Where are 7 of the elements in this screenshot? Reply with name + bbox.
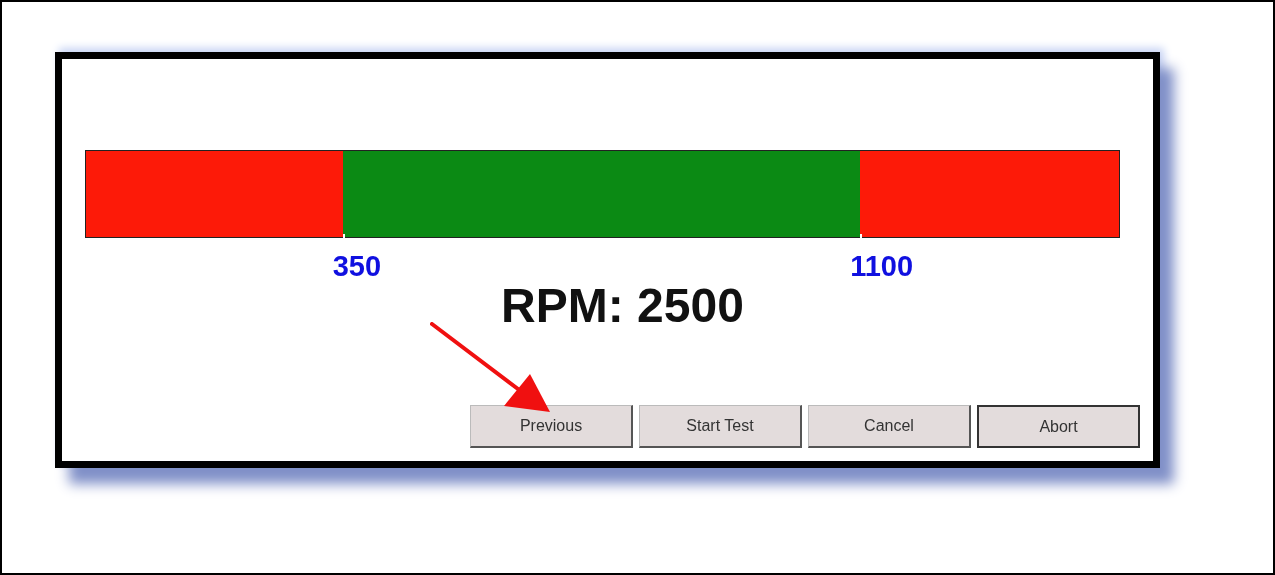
- scale-label: 1100: [850, 250, 914, 283]
- rpm-reading: RPM: 2500: [501, 278, 744, 333]
- dialog-button[interactable]: Start Test: [639, 405, 802, 448]
- scale-label: 350: [332, 250, 382, 283]
- dialog-button[interactable]: Previous: [470, 405, 633, 448]
- dialog-button[interactable]: Abort: [977, 405, 1140, 448]
- dialog-button[interactable]: Cancel: [808, 405, 971, 448]
